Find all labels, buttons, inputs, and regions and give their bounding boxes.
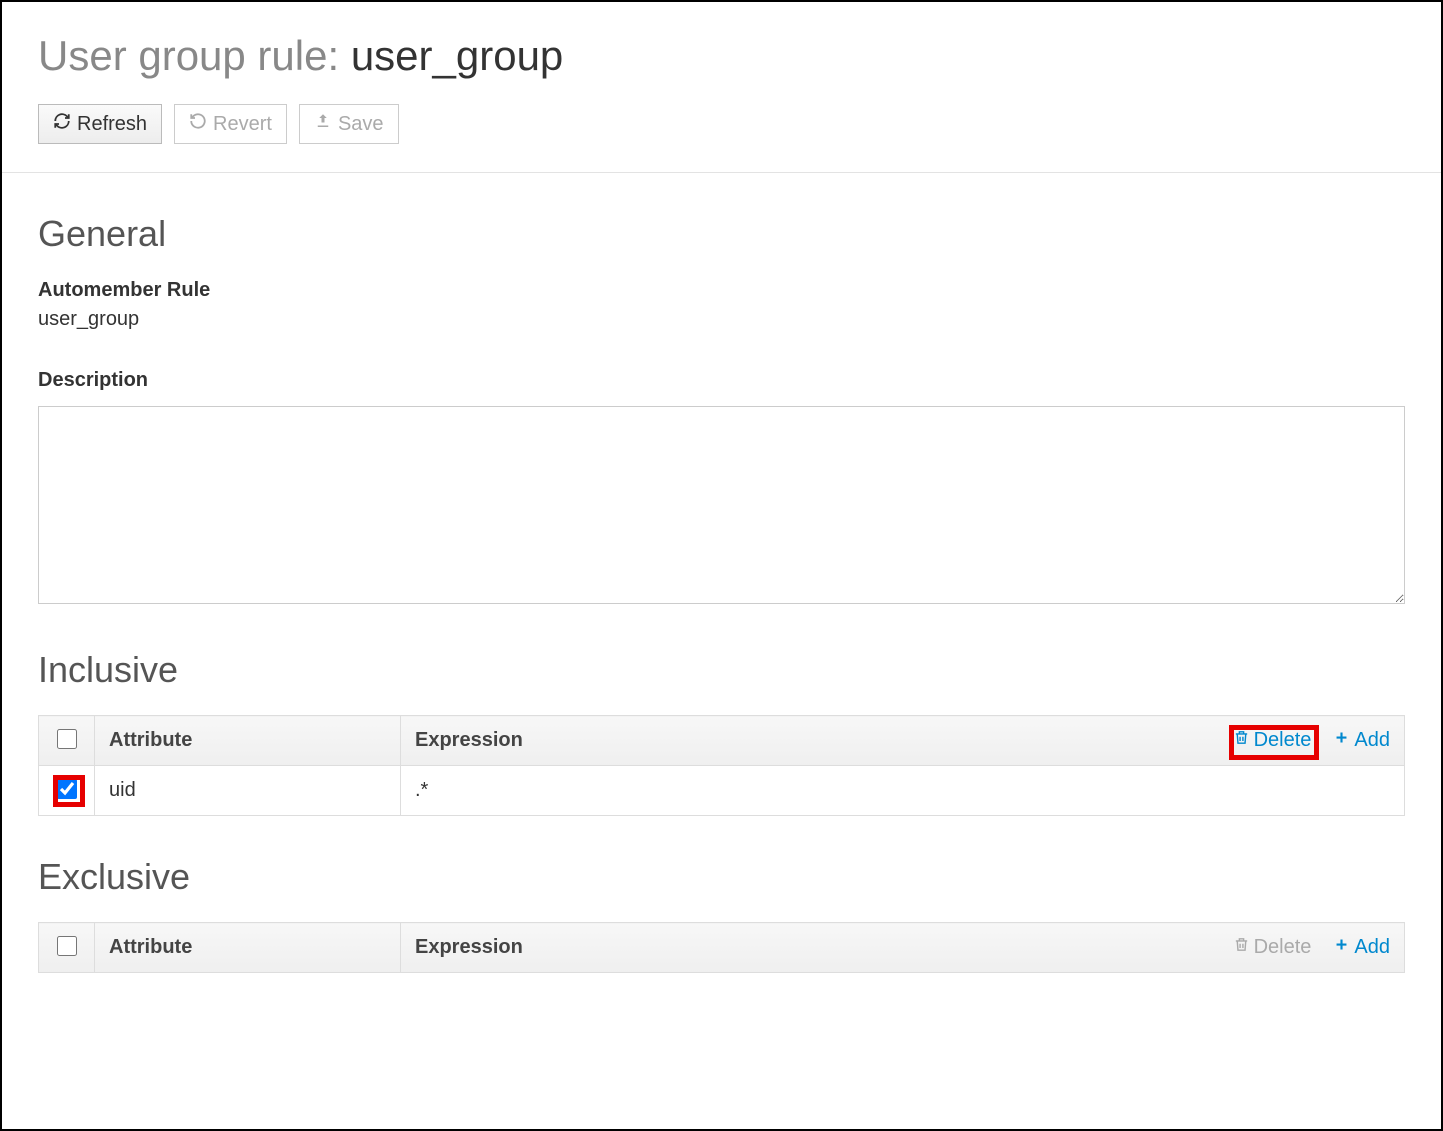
- exclusive-add-button[interactable]: Add: [1333, 936, 1390, 959]
- section-inclusive: Inclusive: [38, 649, 1405, 691]
- inclusive-select-all-cell: [39, 716, 95, 766]
- add-label: Add: [1354, 729, 1390, 752]
- exclusive-select-all[interactable]: [57, 936, 77, 956]
- col-expression: Expression: [415, 729, 523, 752]
- exclusive-table: Attribute Expression Delete: [38, 922, 1405, 973]
- exclusive-delete-button: Delete: [1233, 936, 1312, 959]
- col-expression-actions: Expression Delete: [401, 923, 1405, 973]
- inclusive-table: Attribute Expression Delete: [38, 715, 1405, 816]
- inclusive-select-all[interactable]: [57, 729, 77, 749]
- row-expression: .*: [401, 766, 1405, 816]
- plus-icon: [1333, 936, 1350, 959]
- plus-icon: [1333, 729, 1350, 752]
- upload-icon: [314, 112, 332, 136]
- inclusive-add-button[interactable]: Add: [1333, 729, 1390, 752]
- delete-label: Delete: [1254, 729, 1312, 752]
- revert-button[interactable]: Revert: [174, 104, 287, 144]
- description-textarea[interactable]: [38, 406, 1405, 604]
- col-expression-actions: Expression Delete: [401, 716, 1405, 766]
- page-title: User group rule: user_group: [38, 32, 1405, 80]
- refresh-icon: [53, 112, 71, 136]
- automember-rule-value: user_group: [38, 308, 1405, 331]
- trash-icon: [1233, 936, 1250, 959]
- section-general: General: [38, 213, 1405, 255]
- automember-rule-label: Automember Rule: [38, 279, 1405, 302]
- title-prefix: User group rule:: [38, 32, 351, 79]
- inclusive-delete-button[interactable]: Delete: [1233, 729, 1312, 752]
- col-attribute: Attribute: [95, 923, 401, 973]
- revert-label: Revert: [213, 113, 272, 136]
- row-attribute: uid: [95, 766, 401, 816]
- divider: [2, 172, 1441, 173]
- refresh-button[interactable]: Refresh: [38, 104, 162, 144]
- section-exclusive: Exclusive: [38, 856, 1405, 898]
- description-label: Description: [38, 369, 1405, 392]
- refresh-label: Refresh: [77, 113, 147, 136]
- undo-icon: [189, 112, 207, 136]
- toolbar: Refresh Revert Save: [38, 104, 1405, 144]
- save-button[interactable]: Save: [299, 104, 399, 144]
- exclusive-select-all-cell: [39, 923, 95, 973]
- col-attribute: Attribute: [95, 716, 401, 766]
- table-row: uid.*: [39, 766, 1405, 816]
- title-name: user_group: [351, 32, 563, 79]
- col-expression: Expression: [415, 936, 523, 959]
- add-label: Add: [1354, 936, 1390, 959]
- trash-icon: [1233, 729, 1250, 752]
- delete-label: Delete: [1254, 936, 1312, 959]
- row-checkbox[interactable]: [57, 779, 77, 799]
- save-label: Save: [338, 113, 384, 136]
